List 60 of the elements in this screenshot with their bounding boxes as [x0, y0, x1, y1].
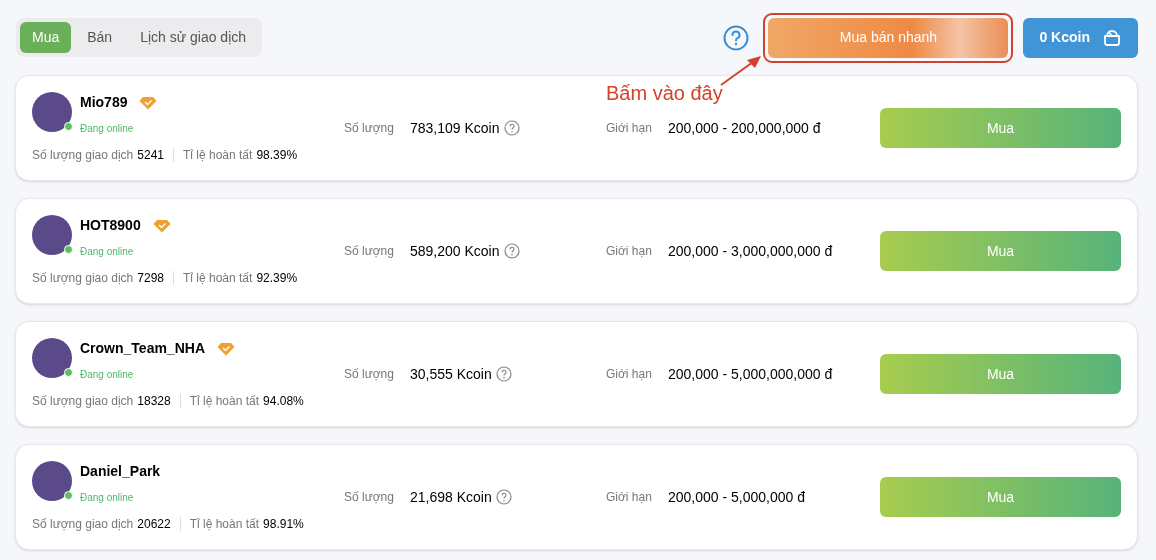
amount-label: Số lượng: [344, 243, 395, 260]
amount-label: Số lượng: [344, 120, 395, 137]
quick-trade-button[interactable]: Mua bán nhanh: [768, 17, 1009, 58]
annotation-text: Bấm vào đây: [606, 81, 723, 106]
trades-count: 20622: [137, 516, 171, 533]
buy-button[interactable]: Mua: [880, 108, 1121, 148]
avatar: [32, 338, 72, 378]
limit-value: 200,000 - 5,000,000,000 đ: [668, 364, 833, 384]
completion-label: Tỉ lệ hoàn tất: [183, 270, 253, 287]
online-status: Đang online: [80, 491, 135, 505]
avatar: [32, 215, 72, 255]
seller-name: Mio789: [80, 93, 128, 112]
limit-label: Giới hạn: [606, 120, 653, 137]
limit-value: 200,000 - 5,000,000 đ: [668, 487, 805, 507]
help-icon[interactable]: [723, 24, 750, 51]
buy-button[interactable]: Mua: [880, 231, 1121, 271]
limit-value: 200,000 - 3,000,000,000 đ: [668, 241, 833, 261]
limit-label: Giới hạn: [606, 366, 653, 383]
limit-value: 200,000 - 200,000,000 đ: [668, 118, 821, 138]
online-status: Đang online: [80, 122, 135, 136]
seller-name: Crown_Team_NHA: [80, 339, 205, 358]
completion-rate: 92.39%: [256, 270, 298, 287]
trades-label: Số lượng giao dịch: [32, 270, 134, 287]
tab[interactable]: Mua: [20, 22, 72, 53]
amount-value: 589,200 Kcoin: [410, 241, 500, 261]
amount-value: 30,555 Kcoin: [410, 364, 492, 384]
limit-label: Giới hạn: [606, 243, 653, 260]
online-status: Đang online: [80, 368, 135, 382]
tab[interactable]: Lịch sử giao dịch: [128, 22, 259, 53]
amount-value: 783,109 Kcoin: [410, 118, 500, 138]
bag-icon: [1102, 27, 1122, 48]
completion-rate: 98.39%: [256, 147, 298, 164]
trades-label: Số lượng giao dịch: [32, 393, 134, 410]
trades-count: 5241: [137, 147, 164, 164]
online-status: Đang online: [80, 245, 135, 259]
seller-name: HOT8900: [80, 216, 141, 235]
completion-label: Tỉ lệ hoàn tất: [183, 147, 253, 164]
trades-count: 7298: [137, 270, 164, 287]
help-icon[interactable]: [495, 366, 512, 382]
avatar: [32, 92, 72, 132]
trades-count: 18328: [137, 393, 171, 410]
amount-label: Số lượng: [344, 366, 395, 383]
trades-label: Số lượng giao dịch: [32, 516, 134, 533]
seller-name: Daniel_Park: [80, 462, 161, 481]
help-icon[interactable]: [503, 120, 520, 136]
completion-rate: 94.08%: [263, 393, 304, 410]
buy-button[interactable]: Mua: [880, 354, 1121, 394]
avatar: [32, 461, 72, 501]
help-icon[interactable]: [495, 489, 512, 505]
completion-label: Tỉ lệ hoàn tất: [189, 516, 260, 533]
tab[interactable]: Bán: [75, 22, 125, 53]
amount-label: Số lượng: [344, 489, 395, 506]
completion-rate: 98.91%: [263, 516, 304, 533]
balance-button[interactable]: 0 Kcoin: [1023, 17, 1138, 58]
help-icon[interactable]: [503, 243, 520, 259]
trades-label: Số lượng giao dịch: [32, 147, 134, 164]
completion-label: Tỉ lệ hoàn tất: [189, 393, 260, 410]
amount-value: 21,698 Kcoin: [410, 487, 492, 507]
limit-label: Giới hạn: [606, 489, 653, 506]
buy-button[interactable]: Mua: [880, 477, 1121, 517]
